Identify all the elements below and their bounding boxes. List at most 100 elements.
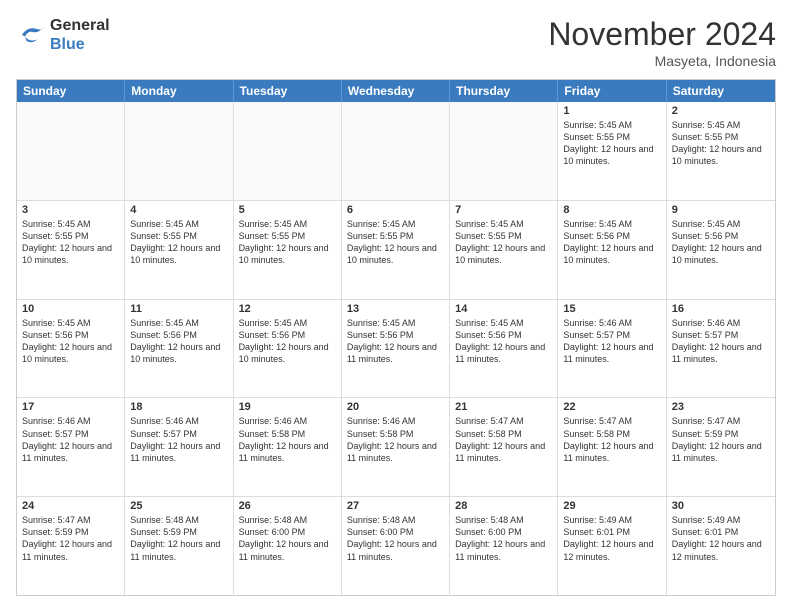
calendar-cell-r1-c2: 5 Sunrise: 5:45 AM Sunset: 5:55 PM Dayli… <box>234 201 342 299</box>
header-wednesday: Wednesday <box>342 80 450 102</box>
calendar-cell-r2-c3: 13 Sunrise: 5:45 AM Sunset: 5:56 PM Dayl… <box>342 300 450 398</box>
day-number: 27 <box>347 500 444 512</box>
cell-info: Sunrise: 5:45 AM Sunset: 5:55 PM Dayligh… <box>347 218 444 267</box>
calendar-cell-r1-c3: 6 Sunrise: 5:45 AM Sunset: 5:55 PM Dayli… <box>342 201 450 299</box>
sunrise-text: Sunrise: 5:45 AM <box>347 317 444 329</box>
sunset-text: Sunset: 6:00 PM <box>455 526 552 538</box>
sunset-text: Sunset: 5:56 PM <box>347 329 444 341</box>
logo-icon <box>16 20 46 50</box>
day-number: 18 <box>130 401 227 413</box>
cell-info: Sunrise: 5:45 AM Sunset: 5:56 PM Dayligh… <box>347 317 444 366</box>
sunset-text: Sunset: 5:56 PM <box>455 329 552 341</box>
sunrise-text: Sunrise: 5:46 AM <box>563 317 660 329</box>
sunrise-text: Sunrise: 5:45 AM <box>130 317 227 329</box>
day-number: 21 <box>455 401 552 413</box>
sunset-text: Sunset: 5:58 PM <box>239 428 336 440</box>
calendar-cell-r2-c1: 11 Sunrise: 5:45 AM Sunset: 5:56 PM Dayl… <box>125 300 233 398</box>
sunset-text: Sunset: 5:58 PM <box>347 428 444 440</box>
day-number: 11 <box>130 303 227 315</box>
calendar-row-2: 10 Sunrise: 5:45 AM Sunset: 5:56 PM Dayl… <box>17 300 775 399</box>
header-sunday: Sunday <box>17 80 125 102</box>
cell-info: Sunrise: 5:45 AM Sunset: 5:56 PM Dayligh… <box>130 317 227 366</box>
day-number: 14 <box>455 303 552 315</box>
cell-info: Sunrise: 5:48 AM Sunset: 6:00 PM Dayligh… <box>455 514 552 563</box>
calendar-cell-r0-c6: 2 Sunrise: 5:45 AM Sunset: 5:55 PM Dayli… <box>667 102 775 200</box>
day-number: 23 <box>672 401 770 413</box>
calendar-row-1: 3 Sunrise: 5:45 AM Sunset: 5:55 PM Dayli… <box>17 201 775 300</box>
sunrise-text: Sunrise: 5:45 AM <box>239 218 336 230</box>
sunrise-text: Sunrise: 5:45 AM <box>130 218 227 230</box>
daylight-text: Daylight: 12 hours and 10 minutes. <box>130 242 227 266</box>
calendar-cell-r3-c5: 22 Sunrise: 5:47 AM Sunset: 5:58 PM Dayl… <box>558 398 666 496</box>
calendar-cell-r4-c5: 29 Sunrise: 5:49 AM Sunset: 6:01 PM Dayl… <box>558 497 666 595</box>
header-saturday: Saturday <box>667 80 775 102</box>
day-number: 5 <box>239 204 336 216</box>
calendar-cell-r1-c4: 7 Sunrise: 5:45 AM Sunset: 5:55 PM Dayli… <box>450 201 558 299</box>
location-text: Masyeta, Indonesia <box>548 53 776 69</box>
daylight-text: Daylight: 12 hours and 12 minutes. <box>563 538 660 562</box>
sunset-text: Sunset: 5:55 PM <box>239 230 336 242</box>
sunrise-text: Sunrise: 5:47 AM <box>22 514 119 526</box>
daylight-text: Daylight: 12 hours and 10 minutes. <box>347 242 444 266</box>
calendar-cell-r4-c3: 27 Sunrise: 5:48 AM Sunset: 6:00 PM Dayl… <box>342 497 450 595</box>
cell-info: Sunrise: 5:46 AM Sunset: 5:58 PM Dayligh… <box>239 415 336 464</box>
sunset-text: Sunset: 5:55 PM <box>563 131 660 143</box>
sunrise-text: Sunrise: 5:48 AM <box>239 514 336 526</box>
calendar-cell-r4-c2: 26 Sunrise: 5:48 AM Sunset: 6:00 PM Dayl… <box>234 497 342 595</box>
day-number: 3 <box>22 204 119 216</box>
calendar-cell-r1-c0: 3 Sunrise: 5:45 AM Sunset: 5:55 PM Dayli… <box>17 201 125 299</box>
daylight-text: Daylight: 12 hours and 11 minutes. <box>347 538 444 562</box>
calendar-cell-r0-c1 <box>125 102 233 200</box>
sunset-text: Sunset: 5:56 PM <box>130 329 227 341</box>
cell-info: Sunrise: 5:48 AM Sunset: 5:59 PM Dayligh… <box>130 514 227 563</box>
day-number: 9 <box>672 204 770 216</box>
daylight-text: Daylight: 12 hours and 11 minutes. <box>239 538 336 562</box>
cell-info: Sunrise: 5:46 AM Sunset: 5:57 PM Dayligh… <box>22 415 119 464</box>
calendar-cell-r4-c6: 30 Sunrise: 5:49 AM Sunset: 6:01 PM Dayl… <box>667 497 775 595</box>
sunset-text: Sunset: 5:58 PM <box>455 428 552 440</box>
calendar-cell-r0-c3 <box>342 102 450 200</box>
sunset-text: Sunset: 5:57 PM <box>130 428 227 440</box>
daylight-text: Daylight: 12 hours and 12 minutes. <box>672 538 770 562</box>
daylight-text: Daylight: 12 hours and 10 minutes. <box>672 242 770 266</box>
sunset-text: Sunset: 6:00 PM <box>239 526 336 538</box>
calendar-cell-r3-c1: 18 Sunrise: 5:46 AM Sunset: 5:57 PM Dayl… <box>125 398 233 496</box>
header-tuesday: Tuesday <box>234 80 342 102</box>
calendar-page: General Blue November 2024 Masyeta, Indo… <box>0 0 792 612</box>
calendar-cell-r3-c4: 21 Sunrise: 5:47 AM Sunset: 5:58 PM Dayl… <box>450 398 558 496</box>
daylight-text: Daylight: 12 hours and 11 minutes. <box>455 341 552 365</box>
daylight-text: Daylight: 12 hours and 10 minutes. <box>239 242 336 266</box>
daylight-text: Daylight: 12 hours and 10 minutes. <box>239 341 336 365</box>
title-block: November 2024 Masyeta, Indonesia <box>548 16 776 69</box>
sunrise-text: Sunrise: 5:45 AM <box>347 218 444 230</box>
calendar: Sunday Monday Tuesday Wednesday Thursday… <box>16 79 776 596</box>
day-number: 12 <box>239 303 336 315</box>
day-number: 13 <box>347 303 444 315</box>
cell-info: Sunrise: 5:46 AM Sunset: 5:57 PM Dayligh… <box>130 415 227 464</box>
daylight-text: Daylight: 12 hours and 11 minutes. <box>347 440 444 464</box>
day-number: 10 <box>22 303 119 315</box>
daylight-text: Daylight: 12 hours and 10 minutes. <box>22 242 119 266</box>
sunset-text: Sunset: 5:56 PM <box>22 329 119 341</box>
cell-info: Sunrise: 5:49 AM Sunset: 6:01 PM Dayligh… <box>563 514 660 563</box>
sunset-text: Sunset: 5:55 PM <box>455 230 552 242</box>
page-header: General Blue November 2024 Masyeta, Indo… <box>16 16 776 69</box>
sunset-text: Sunset: 5:55 PM <box>22 230 119 242</box>
calendar-cell-r0-c5: 1 Sunrise: 5:45 AM Sunset: 5:55 PM Dayli… <box>558 102 666 200</box>
calendar-cell-r1-c6: 9 Sunrise: 5:45 AM Sunset: 5:56 PM Dayli… <box>667 201 775 299</box>
calendar-cell-r2-c5: 15 Sunrise: 5:46 AM Sunset: 5:57 PM Dayl… <box>558 300 666 398</box>
sunrise-text: Sunrise: 5:46 AM <box>672 317 770 329</box>
daylight-text: Daylight: 12 hours and 10 minutes. <box>22 341 119 365</box>
daylight-text: Daylight: 12 hours and 11 minutes. <box>22 440 119 464</box>
sunrise-text: Sunrise: 5:46 AM <box>347 415 444 427</box>
cell-info: Sunrise: 5:45 AM Sunset: 5:56 PM Dayligh… <box>22 317 119 366</box>
calendar-cell-r0-c4 <box>450 102 558 200</box>
calendar-cell-r2-c2: 12 Sunrise: 5:45 AM Sunset: 5:56 PM Dayl… <box>234 300 342 398</box>
header-friday: Friday <box>558 80 666 102</box>
sunrise-text: Sunrise: 5:45 AM <box>563 218 660 230</box>
day-number: 19 <box>239 401 336 413</box>
sunrise-text: Sunrise: 5:46 AM <box>130 415 227 427</box>
sunset-text: Sunset: 5:57 PM <box>563 329 660 341</box>
cell-info: Sunrise: 5:45 AM Sunset: 5:55 PM Dayligh… <box>130 218 227 267</box>
sunset-text: Sunset: 6:01 PM <box>563 526 660 538</box>
